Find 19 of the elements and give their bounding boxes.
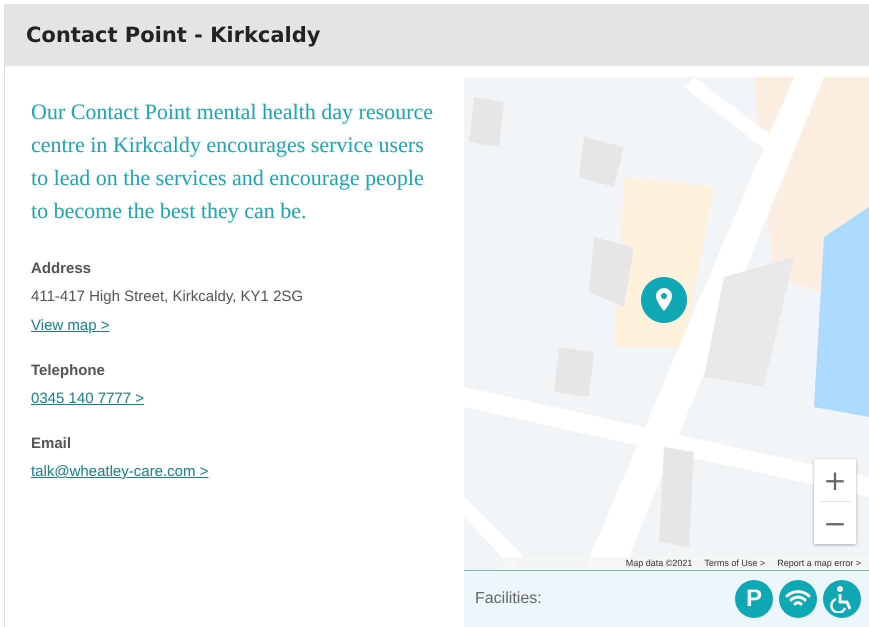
page-title: Contact Point - Kirkcaldy [26, 23, 320, 47]
map-link[interactable]: Terms of Use > [704, 558, 766, 568]
detail-label: Address [31, 260, 92, 277]
map-pin-icon[interactable] [641, 277, 687, 323]
detail-label: Email [31, 435, 72, 452]
parking-icon: P [735, 580, 773, 618]
detail-link[interactable]: View map > [31, 317, 110, 334]
detail-value: 411-417 High Street, Kirkcaldy, KY1 2SG [31, 288, 304, 305]
detail-link[interactable]: talk@wheatley-care.com > [31, 463, 208, 480]
facilities-label: Facilities: [475, 590, 542, 608]
detail-link[interactable]: 0345 140 7777 > [31, 390, 144, 407]
map-data-text: Map data ©2021 [626, 558, 692, 568]
wifi-icon [779, 580, 817, 618]
detail-label: Telephone [31, 362, 105, 379]
zoom-in-button[interactable]: + [814, 459, 856, 501]
zoom-out-button[interactable]: − [814, 502, 856, 544]
wheelchair-icon [823, 580, 861, 618]
intro-text: Our Contact Point mental health day resource centre in Kirkcaldy encourages service users to lead on the services and encourage people to become the best they can be. [31, 98, 434, 225]
map-link[interactable]: Report a map error > [777, 558, 861, 568]
